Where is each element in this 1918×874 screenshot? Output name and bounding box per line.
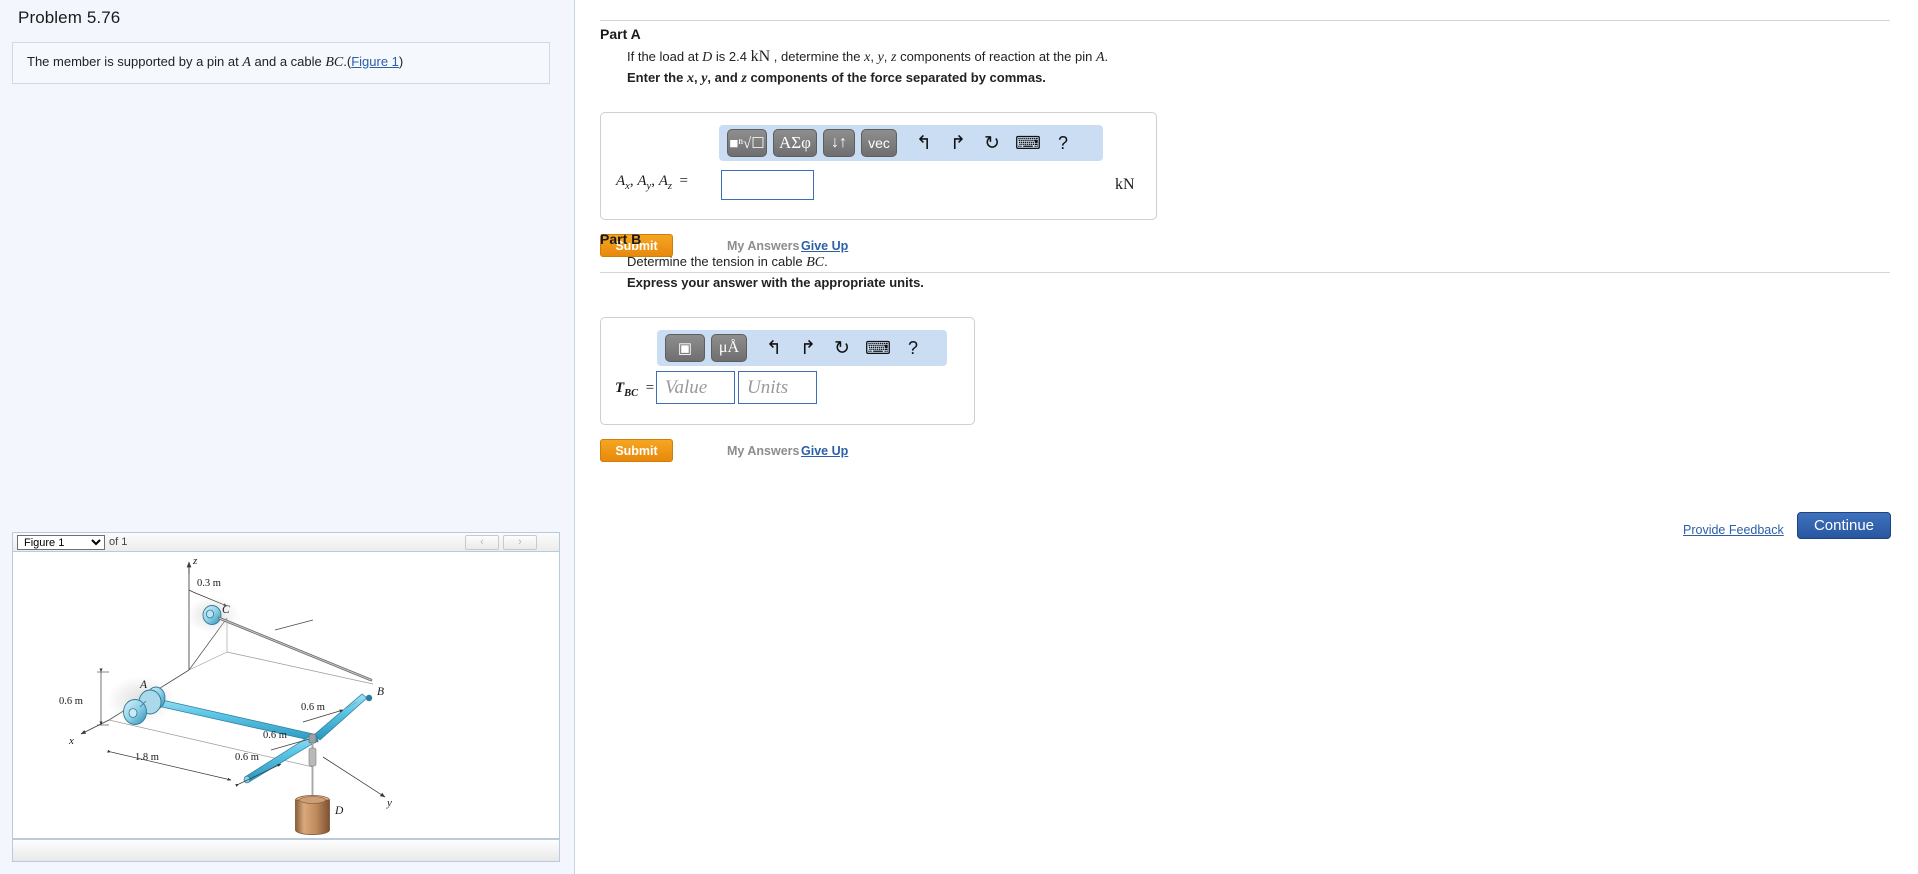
figure-dim-0-6-left: 0.6 m bbox=[59, 696, 83, 707]
part-a-instruction-text-1: Enter the bbox=[627, 70, 687, 85]
part-a-unit-label: kN bbox=[1115, 176, 1135, 193]
part-a-answer-box: ■ⁿ√☐ ΑΣφ ↓↑ vec ↰ ↱ ↻ ⌨ ? Ax, Ay, Az = k… bbox=[600, 112, 1157, 220]
part-a-instruction-sep-2: , and bbox=[707, 70, 742, 85]
problem-statement-box: The member is supported by a pin at A an… bbox=[12, 42, 550, 84]
figure-label-z-axis: z bbox=[192, 555, 198, 567]
part-b-equation-label: TBC = bbox=[615, 380, 655, 399]
figure-label-x-axis: x bbox=[68, 735, 74, 747]
statement-text-2: and a cable bbox=[250, 54, 326, 69]
part-a-answer-input[interactable] bbox=[721, 170, 814, 200]
right-panel: Part A If the load at D is 2.4 kN , dete… bbox=[575, 0, 1918, 874]
eq-a-x: Ax bbox=[616, 173, 630, 192]
sort-arrows-button[interactable]: ↓↑ bbox=[823, 129, 855, 157]
part-a-prompt-text-3: , determine the bbox=[770, 49, 865, 64]
part-a-instruction-x: x bbox=[686, 71, 694, 86]
part-a-give-up[interactable]: Give Up bbox=[801, 239, 848, 253]
template-radical-button[interactable]: ■ⁿ√☐ bbox=[727, 129, 767, 157]
part-a-equation-label: Ax, Ay, Az = bbox=[616, 173, 688, 192]
page-root: Problem 5.76 The member is supported by … bbox=[0, 0, 1918, 874]
part-a-my-answers[interactable]: My Answers bbox=[727, 239, 799, 253]
reset-icon[interactable]: ↻ bbox=[831, 335, 853, 361]
part-b-divider bbox=[600, 272, 1890, 273]
part-b-prompt-text-1: Determine the tension in cable bbox=[627, 254, 807, 269]
redo-icon[interactable]: ↱ bbox=[797, 335, 819, 361]
part-b-my-answers[interactable]: My Answers bbox=[727, 444, 799, 458]
undo-icon[interactable]: ↰ bbox=[763, 335, 785, 361]
statement-var-bc: BC bbox=[325, 55, 344, 70]
provide-feedback-link[interactable]: Provide Feedback bbox=[1683, 523, 1784, 537]
part-b-give-up[interactable]: Give Up bbox=[801, 444, 848, 458]
part-a-prompt-text-5: . bbox=[1104, 49, 1109, 64]
units-symbols-button[interactable]: μÅ bbox=[711, 334, 747, 362]
part-b-math-toolbar: ▣ μÅ ↰ ↱ ↻ ⌨ ? bbox=[657, 330, 947, 366]
part-a-prompt: If the load at D is 2.4 kN , determine t… bbox=[627, 48, 1108, 66]
figure-label-a: A bbox=[139, 679, 148, 691]
page-title: Problem 5.76 bbox=[18, 8, 121, 27]
part-a-instruction-text-2: components of the force separated by com… bbox=[746, 70, 1046, 85]
part-a-prompt-text-2: is 2.4 bbox=[712, 49, 751, 64]
redo-icon[interactable]: ↱ bbox=[947, 130, 969, 156]
figure-dim-0-6-mid: 0.6 m bbox=[263, 730, 287, 741]
undo-icon[interactable]: ↰ bbox=[913, 130, 935, 156]
part-a-divider bbox=[600, 20, 1890, 21]
figure-footer-bar bbox=[12, 839, 560, 862]
greek-symbols-button[interactable]: ΑΣφ bbox=[773, 129, 817, 157]
statement-text-1: The member is supported by a pin at bbox=[27, 54, 243, 69]
figure-label-d: D bbox=[334, 805, 344, 817]
part-a-heading: Part A bbox=[600, 26, 641, 42]
left-panel: Problem 5.76 The member is supported by … bbox=[0, 0, 575, 874]
figure-next-button[interactable]: › bbox=[503, 535, 537, 550]
figure-select[interactable]: Figure 1 bbox=[17, 535, 105, 550]
part-b-submit-button[interactable]: Submit bbox=[600, 439, 673, 462]
figure-label-c: C bbox=[222, 604, 230, 616]
continue-button[interactable]: Continue bbox=[1797, 512, 1891, 539]
part-b-prompt: Determine the tension in cable BC. bbox=[627, 254, 828, 271]
part-b-instruction: Express your answer with the appropriate… bbox=[627, 275, 924, 290]
figure-prev-button[interactable]: ‹ bbox=[465, 535, 499, 550]
part-b-var-bc: BC bbox=[806, 255, 825, 270]
figure-panel: Figure 1 of 1 ‹ › z 0.3 m C A B 0.6 m x … bbox=[12, 532, 560, 862]
part-a-prompt-comma-1: , bbox=[870, 49, 878, 64]
part-a-instruction: Enter the x, y, and z components of the … bbox=[627, 70, 1046, 87]
part-b-answer-box: ▣ μÅ ↰ ↱ ↻ ⌨ ? TBC = bbox=[600, 317, 975, 425]
part-b-units-input[interactable] bbox=[738, 371, 817, 404]
statement-text-4: ) bbox=[398, 54, 404, 69]
figure-label-b: B bbox=[377, 686, 384, 698]
figure-dim-0-3: 0.3 m bbox=[197, 578, 221, 589]
statement-var-a: A bbox=[242, 55, 251, 70]
template-layout-button[interactable]: ▣ bbox=[665, 334, 705, 362]
figure-toolbar: Figure 1 of 1 ‹ › bbox=[12, 532, 560, 552]
figure-1-link[interactable]: Figure 1 bbox=[351, 54, 399, 69]
figure-label-y-axis: y bbox=[386, 797, 392, 809]
part-a-prompt-text-1: If the load at bbox=[627, 49, 703, 64]
statics-frame-diagram: z 0.3 m C A B 0.6 m x y 1.8 m 0.6 m 0.6 … bbox=[59, 555, 392, 835]
part-a-prompt-comma-2: , bbox=[883, 49, 892, 64]
part-a-math-toolbar: ■ⁿ√☐ ΑΣφ ↓↑ vec ↰ ↱ ↻ ⌨ ? bbox=[719, 125, 1103, 161]
part-a-var-d: D bbox=[702, 50, 713, 65]
part-a-var-a: A bbox=[1095, 50, 1105, 65]
part-a-load-unit: kN bbox=[750, 48, 771, 65]
figure-count-label: of 1 bbox=[109, 536, 128, 548]
part-b-prompt-text-2: . bbox=[824, 254, 828, 269]
problem-statement: The member is supported by a pin at A an… bbox=[27, 54, 403, 71]
figure-canvas: z 0.3 m C A B 0.6 m x y 1.8 m 0.6 m 0.6 … bbox=[12, 552, 560, 839]
figure-dim-0-6-bottom: 0.6 m bbox=[235, 752, 259, 763]
keyboard-icon[interactable]: ⌨ bbox=[1015, 130, 1041, 156]
reset-icon[interactable]: ↻ bbox=[981, 130, 1003, 156]
keyboard-icon[interactable]: ⌨ bbox=[865, 335, 891, 361]
statement-text-3: .( bbox=[343, 54, 352, 69]
help-icon[interactable]: ? bbox=[1053, 130, 1073, 156]
eq-a-y: Ay bbox=[637, 173, 652, 192]
part-b-value-input[interactable] bbox=[656, 371, 735, 404]
vector-button[interactable]: vec bbox=[861, 129, 897, 157]
part-b-heading: Part B bbox=[600, 231, 642, 247]
part-a-prompt-text-4: components of reaction at the pin bbox=[896, 49, 1096, 64]
eq-a-z: Az bbox=[658, 173, 672, 192]
figure-dim-1-8: 1.8 m bbox=[135, 752, 159, 763]
figure-dim-0-6-right: 0.6 m bbox=[301, 702, 325, 713]
help-icon[interactable]: ? bbox=[903, 335, 923, 361]
